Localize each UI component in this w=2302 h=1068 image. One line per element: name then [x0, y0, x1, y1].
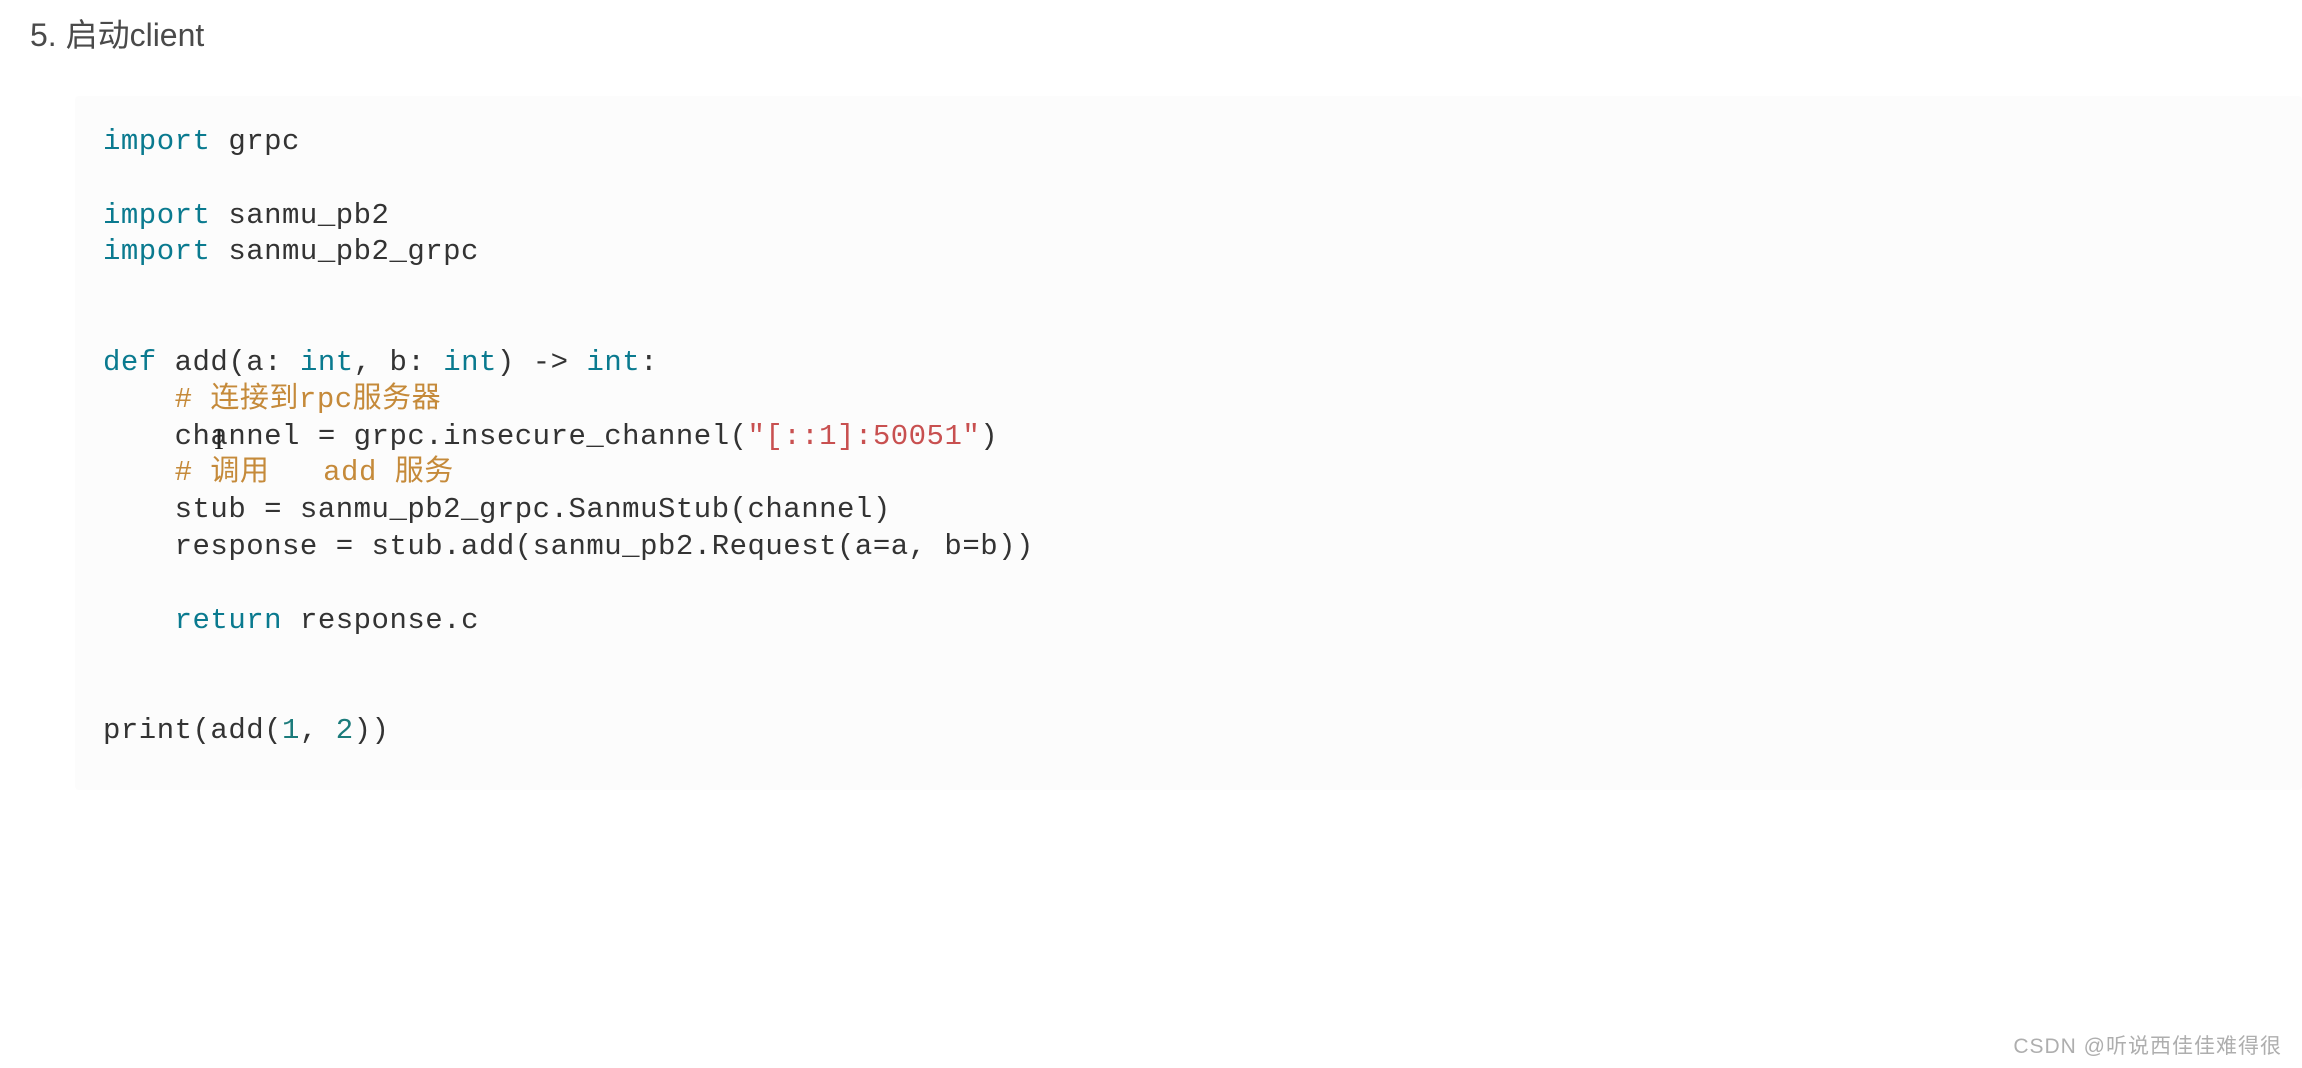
keyword-import: import: [103, 125, 210, 158]
code-text: )): [354, 714, 390, 747]
string-literal: "[::1]:50051": [748, 420, 981, 453]
text-cursor: I: [214, 421, 225, 459]
comment: # 调用 add 服务: [175, 456, 454, 489]
type-int: int: [300, 346, 354, 379]
code-text: sanmu_pb2_grpc: [210, 235, 479, 268]
keyword-def: def: [103, 346, 157, 379]
code-text: ,: [300, 714, 336, 747]
indent: [103, 456, 175, 489]
number-literal: 2: [336, 714, 354, 747]
code-text: :: [640, 346, 658, 379]
indent: [103, 604, 175, 637]
code-text: grpc: [210, 125, 300, 158]
section-heading: 5. 启动client: [0, 0, 2302, 56]
code-text: print(add(: [103, 714, 282, 747]
number-literal: 1: [282, 714, 300, 747]
indent: [103, 383, 175, 416]
code-text: stub = sanmu_pb2_grpc.SanmuStub(channel): [103, 493, 891, 526]
code-text: ) ->: [497, 346, 587, 379]
watermark: CSDN @听说西佳佳难得很: [2013, 1030, 2282, 1060]
code-text: response = stub.add(sanmu_pb2.Request(a=…: [103, 530, 1034, 563]
code-content: import grpc import sanmu_pb2 import sanm…: [103, 124, 2274, 750]
code-text: (a:: [228, 346, 300, 379]
keyword-import: import: [103, 199, 210, 232]
type-int: int: [586, 346, 640, 379]
function-name: add: [157, 346, 229, 379]
type-int: int: [443, 346, 497, 379]
code-block: I import grpc import sanmu_pb2 import sa…: [75, 96, 2302, 790]
code-text: sanmu_pb2: [210, 199, 389, 232]
code-text: , b:: [354, 346, 444, 379]
code-text: ): [980, 420, 998, 453]
comment: # 连接到rpc服务器: [175, 383, 442, 416]
keyword-import: import: [103, 235, 210, 268]
code-text: channel = grpc.insecure_channel(: [103, 420, 748, 453]
keyword-return: return: [175, 604, 282, 637]
code-text: response.c: [282, 604, 479, 637]
